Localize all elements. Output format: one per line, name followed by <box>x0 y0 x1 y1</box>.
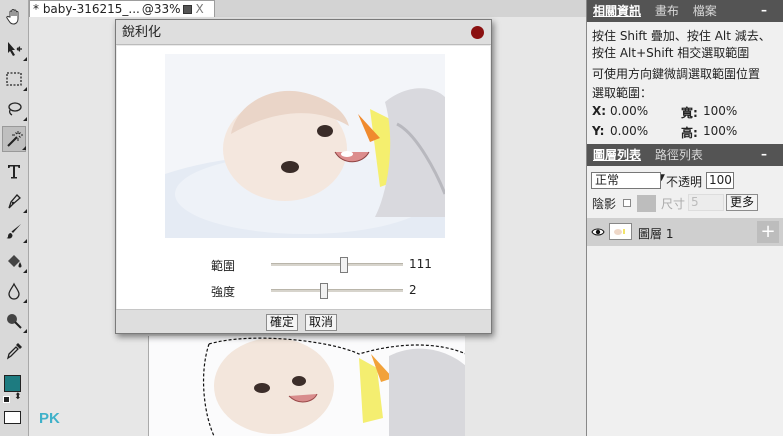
tool-corner-indicator <box>23 239 27 243</box>
info-line: 可使用方向鍵微調選取範圍位置 <box>592 67 761 81</box>
watermark-logo: PK <box>39 410 60 427</box>
selection-label: 選取範圍： <box>592 86 653 100</box>
height-value: 100% <box>703 124 738 138</box>
strength-label: 強度 <box>211 285 236 299</box>
tab-canvas[interactable]: 畫布 <box>655 4 679 18</box>
background-color-swatch[interactable] <box>4 411 21 424</box>
sharpen-dialog: 銳利化 範圍 111 強度 2 確定 取消 <box>115 19 492 334</box>
info-line: 按住 Alt+Shift 相交選取範圍 <box>592 46 750 60</box>
collapse-info-icon[interactable]: – <box>761 0 767 21</box>
shadow-label: 陰影 <box>592 197 617 211</box>
lasso-icon[interactable] <box>2 96 27 122</box>
magic-wand-icon[interactable] <box>2 126 26 152</box>
shadow-color-swatch[interactable] <box>637 195 656 212</box>
range-label: 範圍 <box>211 259 236 273</box>
document-title: * baby-316215_... <box>33 2 140 16</box>
zoom-level: @33% <box>141 2 181 16</box>
opacity-label: 不透明 <box>666 175 703 189</box>
shadow-checkbox[interactable] <box>623 199 631 207</box>
range-value: 111 <box>409 257 432 271</box>
move-icon[interactable] <box>2 36 27 62</box>
pen-icon[interactable] <box>2 188 27 214</box>
x-label: X: <box>592 104 607 118</box>
swap-colors-icon[interactable]: ⬍ <box>14 393 22 402</box>
strength-slider-thumb[interactable] <box>320 283 328 299</box>
opacity-input[interactable]: 100 <box>706 172 734 189</box>
y-value: 0.00% <box>610 124 649 138</box>
more-button[interactable]: 更多 <box>726 194 759 211</box>
brush-icon[interactable] <box>2 218 27 244</box>
strength-value: 2 <box>409 283 417 297</box>
hand-icon[interactable] <box>2 4 26 30</box>
tool-corner-indicator <box>23 117 27 121</box>
default-colors-icon[interactable] <box>3 396 10 403</box>
marquee-icon[interactable] <box>2 66 27 92</box>
collapse-layers-icon[interactable]: – <box>761 143 767 165</box>
eyedropper-icon[interactable] <box>2 338 26 364</box>
tool-corner-indicator <box>23 209 27 213</box>
eye-icon[interactable] <box>591 226 605 236</box>
info-line: 按住 Shift 疊加、按住 Alt 減去、 <box>592 29 771 43</box>
tab-layers[interactable]: 圖層列表 <box>593 148 641 162</box>
blend-mode-select[interactable]: 正常 <box>591 172 661 189</box>
cancel-button[interactable]: 取消 <box>305 314 338 331</box>
canvas-image[interactable] <box>148 336 465 436</box>
tool-corner-indicator <box>22 146 26 150</box>
width-label: 寬: <box>681 106 698 120</box>
layer-row[interactable]: 圖層 1 + <box>587 218 783 246</box>
dodge-icon[interactable] <box>2 308 27 334</box>
paint-bucket-icon[interactable] <box>2 248 27 274</box>
tools-toolbar: ⬍ <box>0 0 29 436</box>
document-tab[interactable]: * baby-316215_... @33% X <box>29 0 215 17</box>
tool-corner-indicator <box>23 299 27 303</box>
height-label: 高: <box>681 126 698 140</box>
blur-icon[interactable] <box>2 278 27 304</box>
dialog-footer: 確定 取消 <box>116 309 491 333</box>
tool-corner-indicator <box>23 57 27 61</box>
save-icon[interactable] <box>182 5 192 14</box>
dialog-close-icon[interactable] <box>471 26 484 39</box>
width-value: 100% <box>703 104 738 118</box>
info-panel-header: 相關資訊 畫布 檔案 – <box>587 0 783 22</box>
strength-slider[interactable] <box>271 283 403 299</box>
type-icon[interactable] <box>2 158 26 184</box>
dialog-body: 範圍 111 強度 2 <box>117 46 490 309</box>
close-document-icon[interactable]: X <box>196 1 204 17</box>
foreground-color-swatch[interactable] <box>4 375 21 392</box>
layer-add-icon[interactable]: + <box>757 221 779 243</box>
range-slider[interactable] <box>271 257 403 273</box>
layers-panel-header: 圖層列表 路徑列表 – <box>587 144 783 166</box>
range-slider-thumb[interactable] <box>340 257 348 273</box>
sharpen-preview-image <box>165 54 445 238</box>
tab-info[interactable]: 相關資訊 <box>593 4 641 18</box>
dialog-title: 銳利化 <box>116 20 491 45</box>
size-label: 尺寸 <box>661 197 686 211</box>
size-input[interactable]: 5 <box>688 194 724 211</box>
layer-thumbnail <box>609 223 632 240</box>
x-value: 0.00% <box>610 104 649 118</box>
ok-button[interactable]: 確定 <box>266 314 299 331</box>
tool-corner-indicator <box>23 329 27 333</box>
layer-name: 圖層 1 <box>638 227 674 241</box>
tool-corner-indicator <box>23 269 27 273</box>
y-label: Y: <box>592 124 605 138</box>
tab-file[interactable]: 檔案 <box>693 4 717 18</box>
tab-paths[interactable]: 路徑列表 <box>655 148 703 162</box>
tool-corner-indicator <box>23 87 27 91</box>
